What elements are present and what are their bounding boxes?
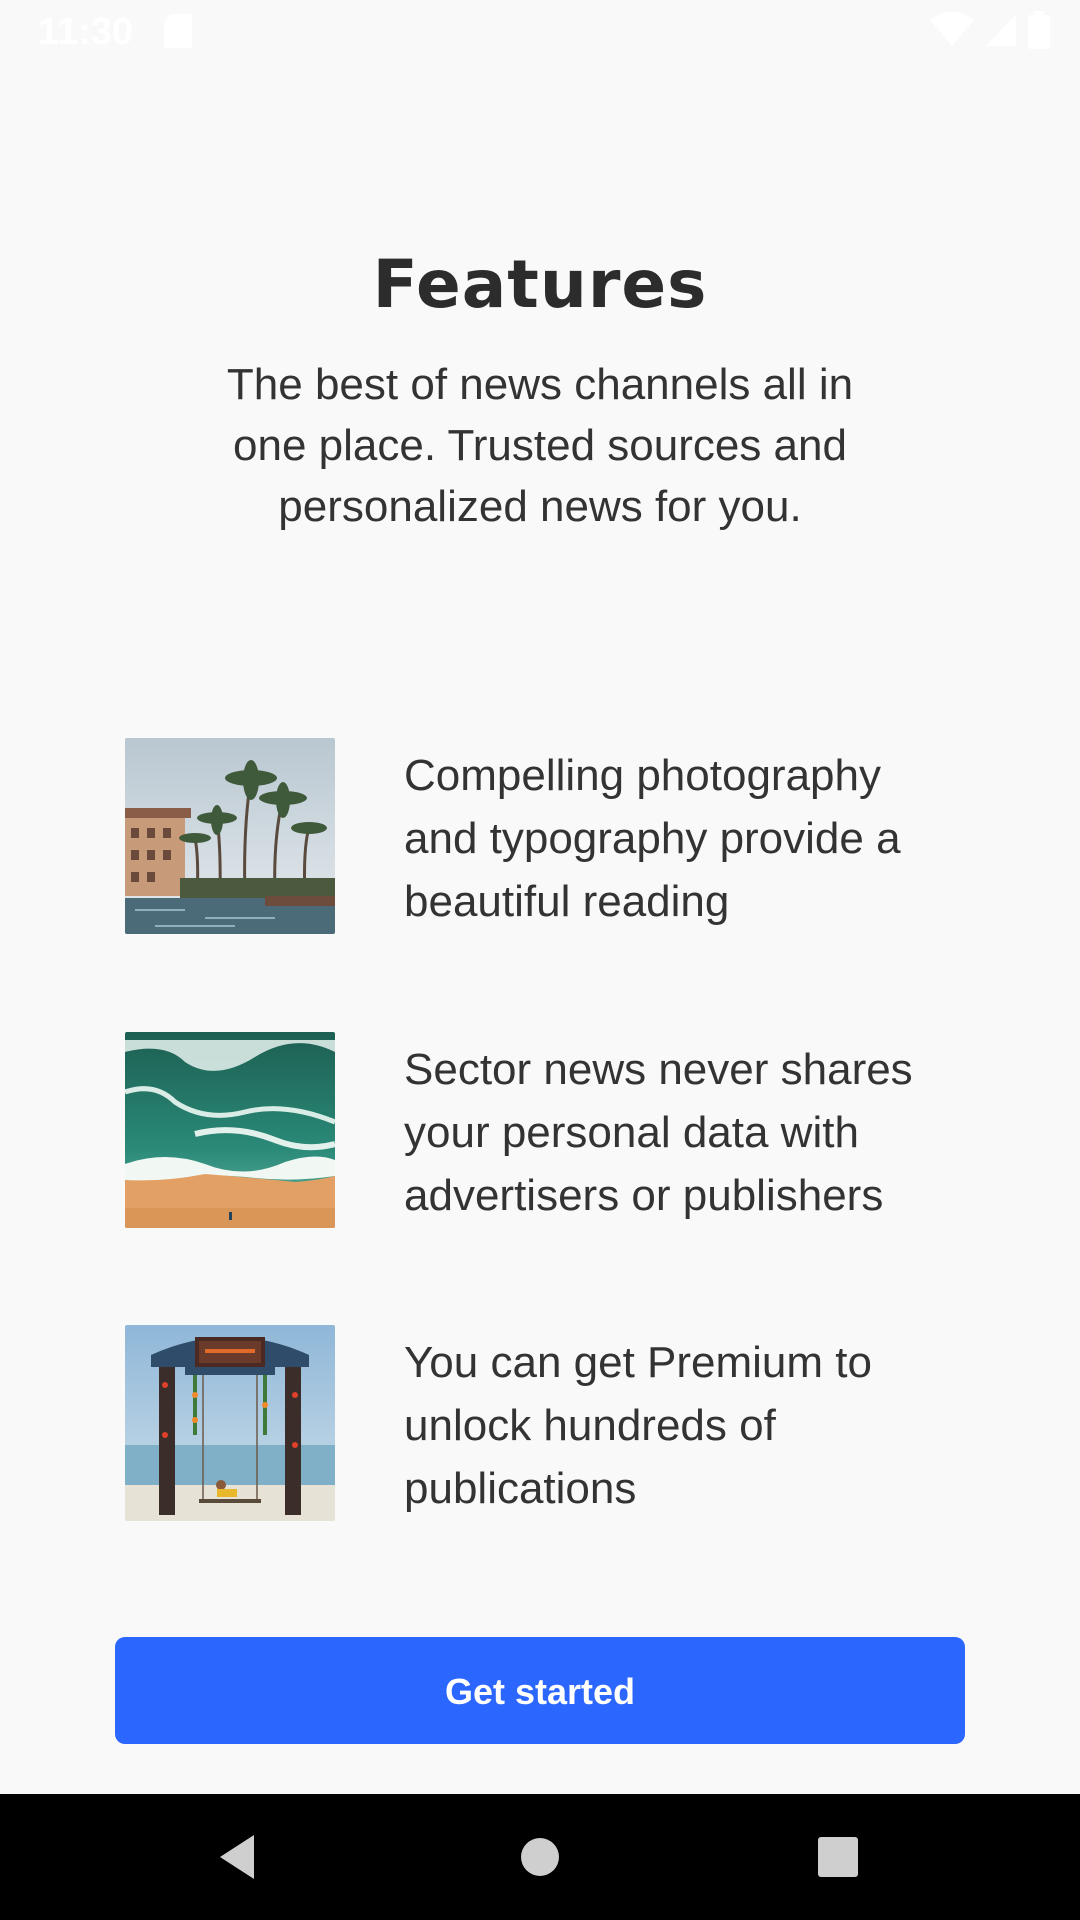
system-nav-bar <box>0 1794 1080 1920</box>
resort-palms-pool-photo <box>125 738 335 934</box>
feature-text: Sector news never shares your personal d… <box>404 1045 913 1220</box>
feature-item: You can get Premium to unlock hundreds o… <box>125 1325 955 1525</box>
home-icon[interactable] <box>510 1827 570 1887</box>
signal-icon <box>984 12 1018 53</box>
feature-text: You can get Premium to unlock hundreds o… <box>404 1338 872 1513</box>
feature-text: Compelling photography and typography pr… <box>404 751 901 926</box>
recents-icon[interactable] <box>808 1827 868 1887</box>
sd-card-icon <box>162 14 194 48</box>
wifi-icon <box>930 11 974 53</box>
feature-item: Sector news never shares your personal d… <box>125 1032 955 1232</box>
onboarding-screen: 11:30 Features The best of news channels… <box>0 0 1080 1920</box>
get-started-button[interactable]: Get started <box>115 1637 965 1744</box>
feature-item: Compelling photography and typography pr… <box>125 738 955 938</box>
beach-swing-gate-photo <box>125 1325 335 1521</box>
page-subtitle: The best of news channels all in one pla… <box>226 360 854 531</box>
status-icons <box>920 10 1050 54</box>
battery-icon <box>1028 10 1050 54</box>
status-time: 11:30 <box>38 11 134 53</box>
aerial-beach-waves-photo <box>125 1032 335 1228</box>
status-bar: 11:30 <box>0 0 1080 64</box>
back-icon[interactable] <box>212 1827 272 1887</box>
page-title: Features <box>372 246 708 323</box>
